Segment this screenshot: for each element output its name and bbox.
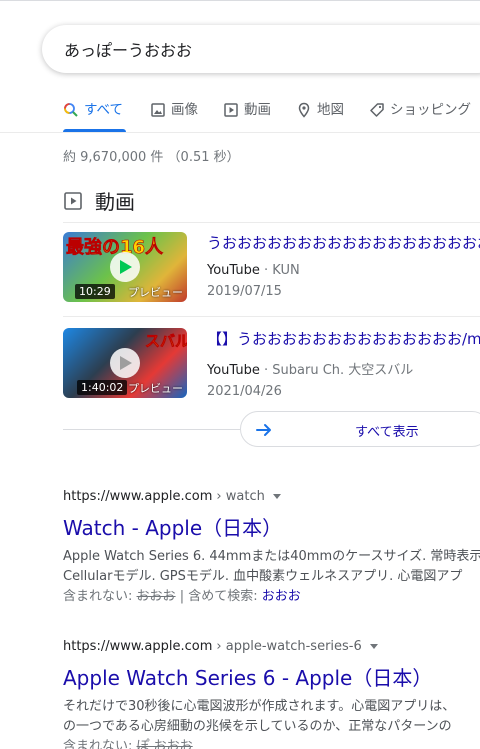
- video-thumbnail[interactable]: 最強の16人 10:29 プレビュー: [63, 232, 187, 302]
- video-title[interactable]: 【】うおおおおおおおおおおおおおお/m: [207, 328, 480, 349]
- search-query: あっぽーうおおお: [64, 41, 193, 60]
- tab-label: 地図: [317, 102, 344, 118]
- search-icon: [64, 103, 78, 117]
- search-result: https://www.apple.com › apple-watch-seri…: [63, 639, 480, 749]
- snippet-line: の一つである心房細動の兆候を示しているのか、正常なパターンの: [63, 719, 452, 734]
- divider: [63, 222, 480, 223]
- tab-shopping[interactable]: ショッピング: [369, 96, 471, 132]
- video-section-heading: 動画: [63, 186, 135, 215]
- result-url[interactable]: https://www.apple.com › apple-watch-seri…: [63, 639, 480, 654]
- video-duration: 1:40:02: [77, 380, 128, 395]
- result-url[interactable]: https://www.apple.com › watch: [63, 489, 480, 504]
- result-path: › watch: [216, 489, 265, 504]
- snippet-line: それだけで30秒後に心電図波形が作成されます。心電図アプリは、: [63, 699, 456, 714]
- snippet-line: Cellularモデル. GPSモデル. 血中酸素ウェルネスアプリ. 心電図アプ: [63, 569, 463, 584]
- missing-term: ぽ おおお: [136, 739, 193, 749]
- video-date: 2019/07/15: [207, 284, 282, 299]
- divider: [63, 429, 240, 430]
- tab-label: ショッピング: [390, 102, 471, 118]
- arrow-right-icon: [256, 424, 271, 436]
- missing-label: 含まれない:: [63, 739, 133, 749]
- result-stats: 約 9,670,000 件 （0.51 秒）: [63, 150, 240, 165]
- tab-images[interactable]: 画像: [150, 96, 198, 132]
- video-platform: YouTube: [207, 263, 260, 278]
- result-snippet: Apple Watch Series 6. 44mmまたは40mmのケースサイズ…: [63, 547, 480, 587]
- tab-label: すべて: [84, 102, 124, 118]
- tag-icon: [370, 103, 384, 117]
- video-result[interactable]: 最強の16人 10:29 プレビュー うおおおおおおおおおおおおおおおおおお Y…: [63, 232, 480, 304]
- video-result[interactable]: スバル 1:40:02 プレビュー 【】うおおおおおおおおおおおおおお/m Yo…: [63, 328, 480, 400]
- include-term-link[interactable]: おおお: [262, 589, 301, 604]
- map-pin-icon: [298, 102, 310, 118]
- video-title[interactable]: うおおおおおおおおおおおおおおおおおお: [207, 232, 480, 253]
- video-channel: KUN: [272, 263, 300, 278]
- divider: [63, 316, 480, 317]
- top-border: [0, 0, 480, 1]
- video-source: YouTube · Subaru Ch. 大空スバル: [207, 359, 480, 378]
- tab-label: 画像: [171, 102, 198, 118]
- video-section-title: 動画: [95, 190, 135, 214]
- search-input[interactable]: あっぽーうおおお: [42, 25, 480, 73]
- show-all-videos-button[interactable]: すべて表示: [240, 411, 480, 447]
- snippet-line: Apple Watch Series 6. 44mmまたは40mmのケースサイズ…: [63, 549, 480, 564]
- video-date: 2021/04/26: [207, 384, 282, 399]
- video-source: YouTube · KUN: [207, 263, 480, 278]
- result-domain: https://www.apple.com: [63, 639, 213, 654]
- video-channel: Subaru Ch. 大空スバル: [272, 363, 414, 378]
- video-icon: [224, 103, 238, 117]
- show-all-label: すべて表示: [355, 425, 419, 440]
- tabs-divider: [0, 132, 480, 133]
- tab-videos[interactable]: 動画: [223, 96, 271, 132]
- preview-label: プレビュー: [128, 286, 183, 299]
- result-domain: https://www.apple.com: [63, 489, 213, 504]
- tab-maps[interactable]: 地図: [296, 96, 344, 132]
- play-icon: [110, 348, 140, 378]
- play-icon: [110, 252, 140, 282]
- result-title-link[interactable]: Apple Watch Series 6 - Apple（日本）: [63, 662, 480, 691]
- search-tabs: すべて 画像 動画 地図 ショッピング: [0, 96, 480, 132]
- include-label: | 含めて検索:: [179, 589, 258, 604]
- missing-terms: 含まれない: ぽ おおお: [63, 737, 480, 749]
- missing-terms: 含まれない: おおお | 含めて検索: おおお: [63, 587, 480, 607]
- video-platform: YouTube: [207, 363, 260, 378]
- missing-label: 含まれない:: [63, 589, 133, 604]
- result-snippet: それだけで30秒後に心電図波形が作成されます。心電図アプリは、 の一つである心房…: [63, 697, 480, 737]
- preview-label: プレビュー: [128, 382, 183, 395]
- video-icon: [64, 191, 82, 210]
- thumbnail-caption: スバル: [145, 332, 187, 351]
- image-icon: [151, 103, 165, 117]
- tab-all[interactable]: すべて: [63, 96, 126, 132]
- search-result: https://www.apple.com › watch Watch - Ap…: [63, 489, 480, 607]
- chevron-down-icon[interactable]: [272, 494, 281, 499]
- result-path: › apple-watch-series-6: [216, 639, 362, 654]
- video-thumbnail[interactable]: スバル 1:40:02 プレビュー: [63, 328, 187, 398]
- missing-term: おおお: [136, 589, 176, 604]
- chevron-down-icon[interactable]: [369, 644, 378, 649]
- tab-label: 動画: [244, 102, 271, 118]
- result-title-link[interactable]: Watch - Apple（日本）: [63, 512, 480, 541]
- video-duration: 10:29: [75, 284, 115, 299]
